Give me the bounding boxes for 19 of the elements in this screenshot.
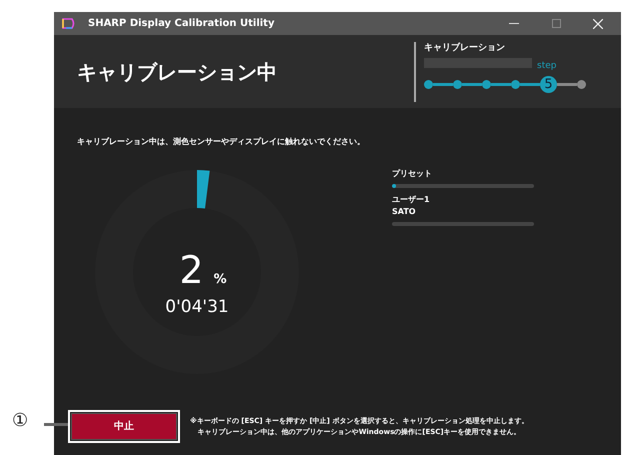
close-icon <box>593 18 603 28</box>
leader-line <box>44 423 68 426</box>
page-title: キャリブレーション中 <box>77 58 278 86</box>
step-panel-label: キャリブレーション <box>424 42 506 54</box>
progress-percent: 2 <box>179 251 204 290</box>
task-user: SATO <box>392 206 417 218</box>
cancel-button[interactable]: 中止 <box>71 413 177 440</box>
maximize-icon <box>552 19 560 28</box>
step-marker: 5 <box>540 76 557 93</box>
window-title: SHARP Display Calibration Utility <box>88 17 274 31</box>
app-logo-icon <box>62 18 76 29</box>
notice-text: キャリブレーション中は、測色センサーやディスプレイに触れないでください。 <box>77 136 366 148</box>
task-name: ユーザー1 <box>392 194 431 206</box>
callout-number: ① <box>12 412 28 430</box>
minimize-icon <box>509 23 519 24</box>
step-caption: step <box>537 62 556 71</box>
task-name: プリセット <box>392 168 433 180</box>
elapsed-time: 0'04'31 <box>165 296 229 320</box>
percent-unit: % <box>214 273 227 286</box>
